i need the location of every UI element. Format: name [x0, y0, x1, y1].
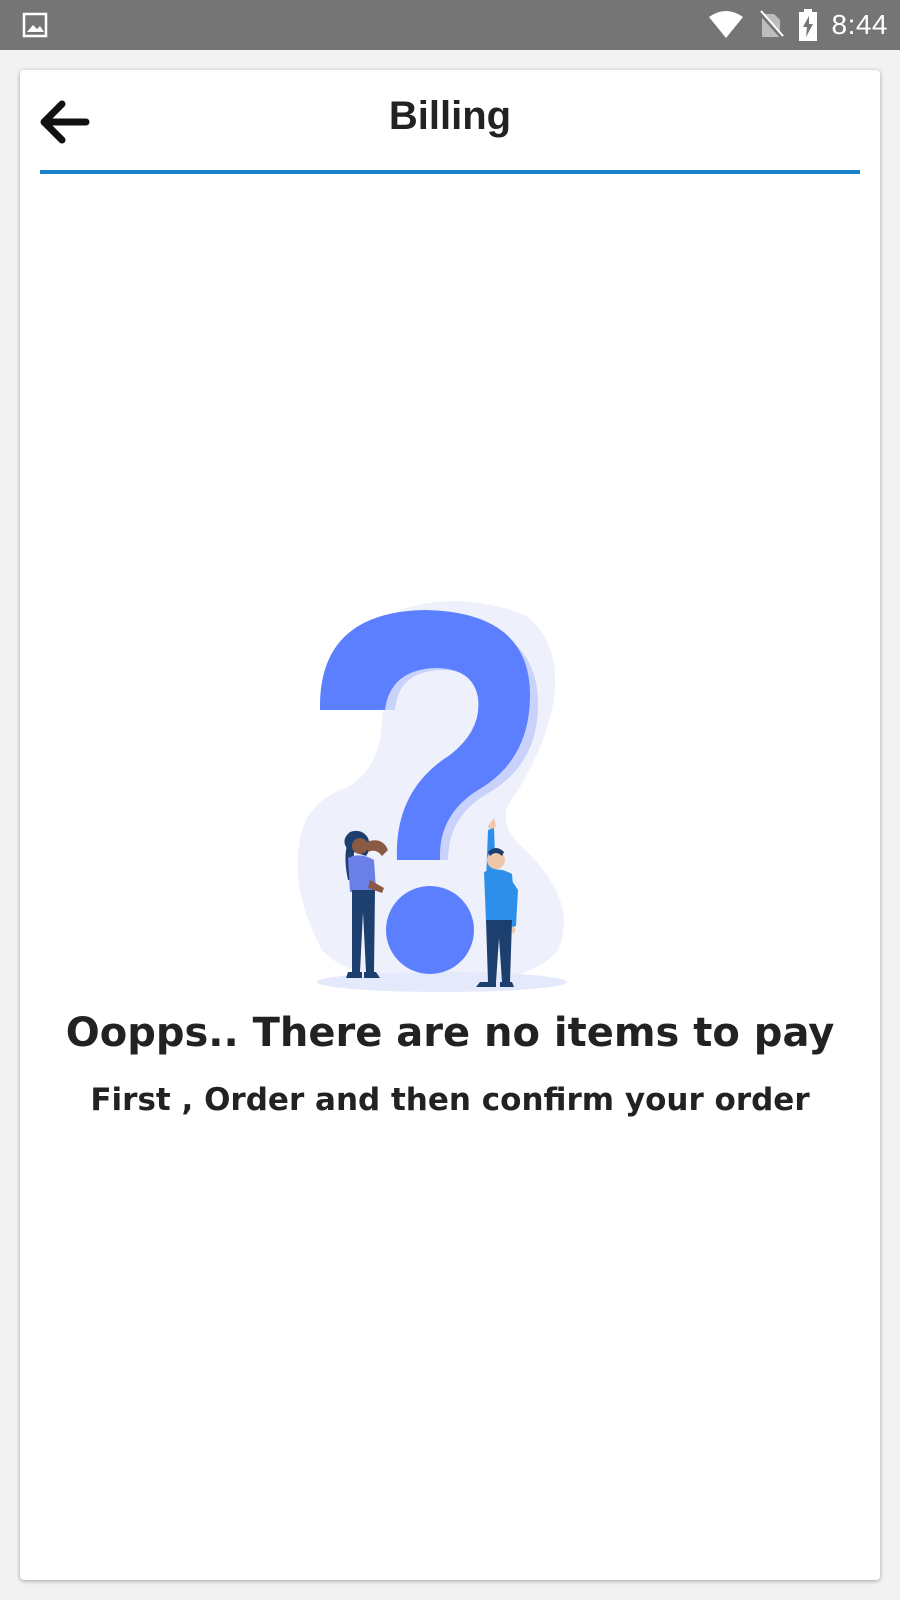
wifi-icon: [708, 11, 743, 38]
header: Billing: [40, 70, 860, 174]
no-sim-icon: [757, 10, 784, 40]
billing-card: Billing Oopps.. There are no items to pa…: [20, 70, 880, 1580]
status-bar: 8:44: [0, 0, 900, 50]
page-title: Billing: [388, 94, 512, 138]
question-mark-people-illustration: [297, 601, 567, 992]
empty-state-subtitle: First , Order and then confirm your orde…: [90, 1082, 810, 1118]
status-icons: 8:44: [708, 0, 889, 50]
battery-charging-icon: [798, 9, 817, 41]
image-icon: [22, 12, 48, 38]
clock: 8:44: [831, 9, 888, 40]
empty-state-title: Oopps.. There are no items to pay: [65, 1010, 835, 1056]
